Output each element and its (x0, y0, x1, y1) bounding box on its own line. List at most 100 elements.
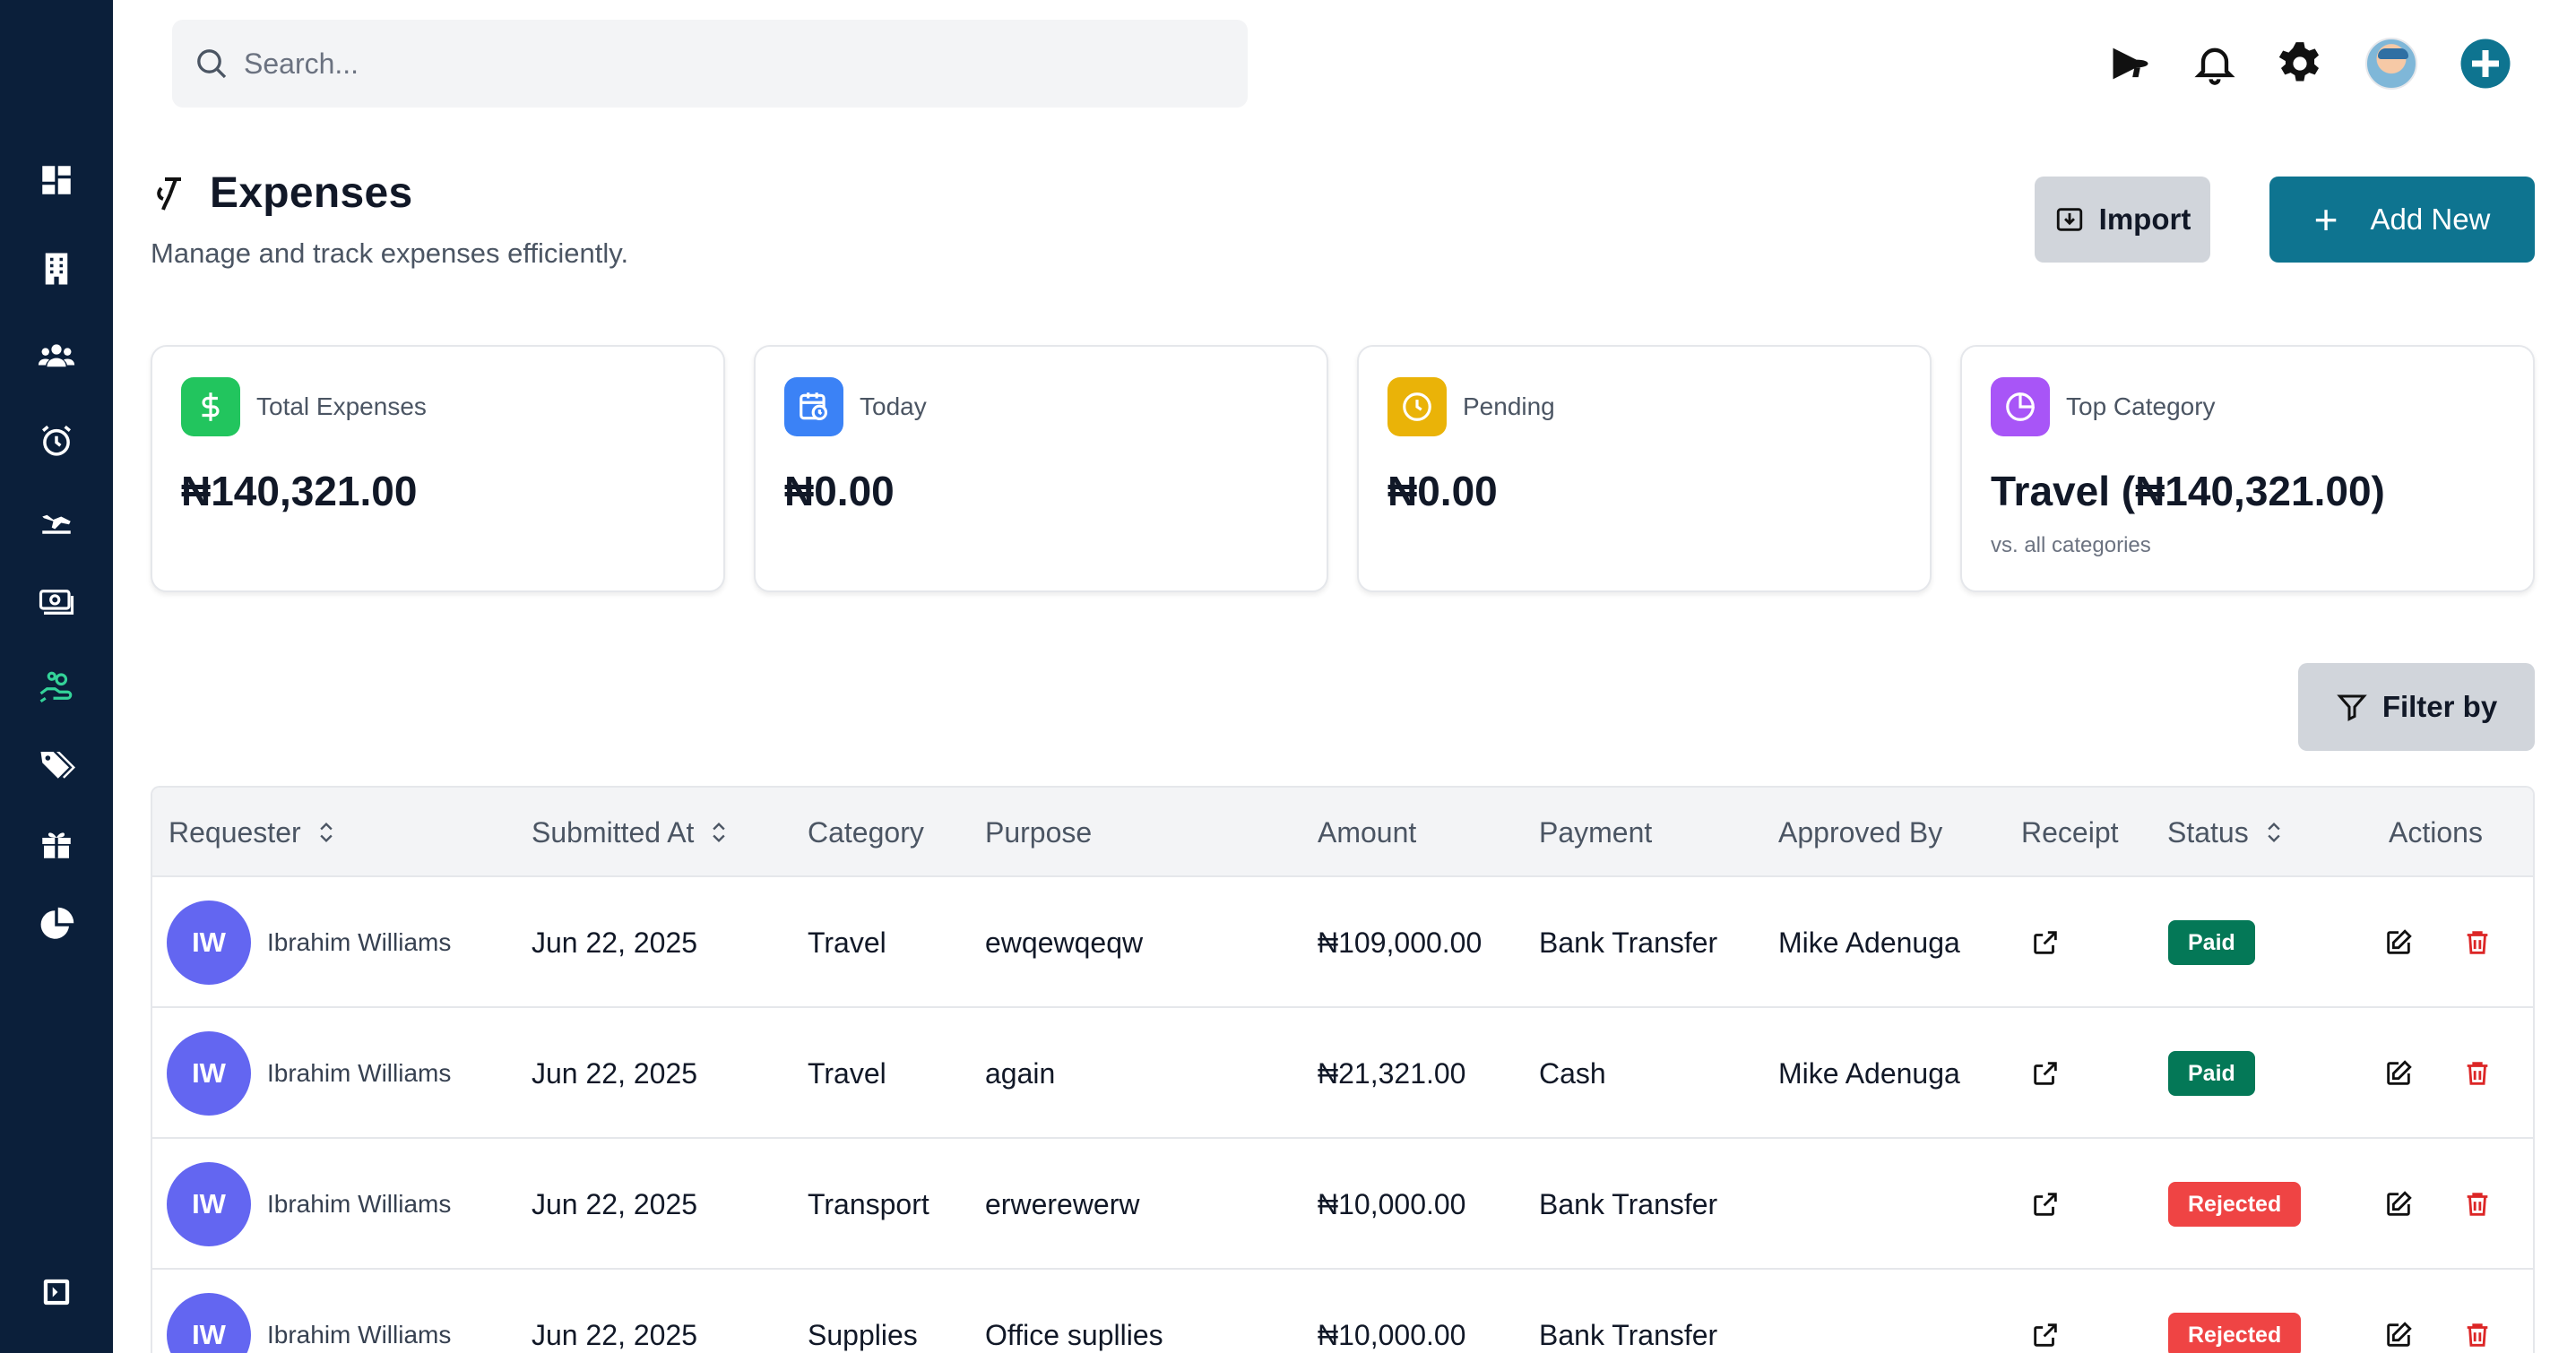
table-row[interactable]: IW Ibrahim Williams Jun 22, 2025 Transpo… (152, 1139, 2533, 1270)
table-header: Requester Submitted At Category Purpose … (152, 788, 2533, 877)
category-cell: Travel (808, 926, 886, 959)
requester-cell: IW Ibrahim Williams (167, 877, 451, 1008)
sidebar (0, 0, 113, 1353)
sidebar-item-company[interactable] (0, 242, 113, 296)
delete-button[interactable] (2455, 1313, 2500, 1353)
amount-cell: ₦21,321.00 (1318, 1056, 1466, 1090)
delete-button[interactable] (2455, 1182, 2500, 1227)
requester-avatar: IW (167, 1293, 251, 1353)
alarm-clock-icon (42, 425, 71, 456)
requester-avatar: IW (167, 901, 251, 985)
column-label: Submitted At (532, 815, 695, 849)
filter-button[interactable]: Filter by (2298, 663, 2535, 751)
stat-label: Top Category (2066, 392, 2216, 420)
amount-cell: ₦10,000.00 (1318, 1318, 1466, 1351)
sidebar-item-people[interactable] (0, 329, 113, 383)
hand-coins-icon (157, 177, 181, 211)
requester-cell: IW Ibrahim Williams (167, 1270, 451, 1353)
sidebar-item-travel[interactable] (0, 493, 113, 547)
app: Expenses Manage and track expenses effic… (0, 0, 2576, 1353)
stat-card-today: Today ₦0.00 (754, 345, 1328, 592)
external-link-icon (2034, 931, 2057, 954)
trash-icon (2467, 1193, 2488, 1216)
trash-icon (2467, 1062, 2488, 1085)
sidebar-item-payroll[interactable] (0, 575, 113, 629)
add-new-label: Add New (2370, 203, 2491, 236)
sidebar-toggle[interactable] (0, 1265, 113, 1319)
search-icon (197, 49, 227, 79)
column-submitted-at[interactable]: Submitted At (532, 788, 731, 877)
status-cell: Paid (2168, 1008, 2255, 1139)
stat-card-pending: Pending ₦0.00 (1357, 345, 1932, 592)
approved-by-cell: Mike Adenuga (1778, 926, 1960, 959)
edit-button[interactable] (2376, 1182, 2421, 1227)
delete-button[interactable] (2455, 1051, 2500, 1096)
page-title: Expenses (210, 169, 413, 217)
column-status[interactable]: Status (2167, 788, 2286, 877)
delete-button[interactable] (2455, 920, 2500, 965)
receipt-cell (2023, 1139, 2068, 1270)
requester-name: Ibrahim Williams (267, 1059, 452, 1087)
edit-icon (2387, 1191, 2412, 1216)
import-button[interactable]: Import (2035, 177, 2210, 263)
sidebar-item-reports[interactable] (0, 898, 113, 952)
quick-add-button[interactable] (2454, 32, 2517, 95)
search-bar[interactable] (172, 20, 1248, 108)
requester-cell: IW Ibrahim Williams (167, 1008, 451, 1139)
actions-cell (2376, 1270, 2500, 1353)
submitted-cell: Jun 22, 2025 (532, 1318, 698, 1351)
receipt-cell (2023, 877, 2068, 1008)
edit-button[interactable] (2376, 1313, 2421, 1353)
filter-label: Filter by (2382, 690, 2498, 723)
sort-icon (2268, 823, 2280, 842)
table-row[interactable]: IW Ibrahim Williams Jun 22, 2025 Supplie… (152, 1270, 2533, 1353)
approved-by-cell: Mike Adenuga (1778, 1056, 1960, 1090)
add-new-button[interactable]: + Add New (2269, 177, 2535, 263)
amount-cell: ₦109,000.00 (1318, 926, 1482, 959)
user-avatar[interactable] (2360, 32, 2423, 95)
stat-label: Pending (1463, 392, 1555, 420)
sidebar-item-tags[interactable] (0, 737, 113, 791)
pie-chart-icon (40, 907, 74, 939)
building-icon (45, 253, 68, 285)
view-receipt-button[interactable] (2023, 1182, 2068, 1227)
payment-cell: Bank Transfer (1539, 926, 1718, 959)
sidebar-item-expenses[interactable] (0, 660, 113, 714)
search-input[interactable] (244, 47, 1212, 81)
column-amount: Amount (1318, 788, 1416, 877)
receipt-cell (2023, 1270, 2068, 1353)
table-row[interactable]: IW Ibrahim Williams Jun 22, 2025 Travel … (152, 877, 2533, 1008)
column-requester[interactable]: Requester (169, 788, 339, 877)
gear-icon (2278, 42, 2320, 82)
payment-cell: Bank Transfer (1539, 1318, 1718, 1351)
column-category: Category (808, 788, 924, 877)
purpose-cell: again (985, 1056, 1056, 1090)
notifications-button[interactable] (2183, 32, 2246, 95)
column-label: Requester (169, 815, 301, 849)
view-receipt-button[interactable] (2023, 1051, 2068, 1096)
purpose-cell: ewqewqeqw (985, 926, 1144, 959)
view-receipt-button[interactable] (2023, 920, 2068, 965)
stat-note: vs. all categories (1991, 533, 2151, 557)
column-label: Approved By (1778, 815, 1943, 849)
sidebar-item-benefits[interactable] (0, 817, 113, 871)
edit-button[interactable] (2376, 1051, 2421, 1096)
purpose-cell: Office supllies (985, 1318, 1163, 1351)
view-receipt-button[interactable] (2023, 1313, 2068, 1353)
category-cell: Transport (808, 1187, 929, 1220)
sidebar-item-dashboard[interactable] (0, 153, 113, 207)
edit-button[interactable] (2376, 920, 2421, 965)
column-label: Category (808, 815, 924, 849)
submitted-cell: Jun 22, 2025 (532, 1187, 698, 1220)
column-label: Receipt (2021, 815, 2119, 849)
announcements-button[interactable] (2099, 32, 2162, 95)
dashboard-icon (42, 166, 71, 194)
column-receipt: Receipt (2021, 788, 2119, 877)
status-cell: Rejected (2168, 1139, 2302, 1270)
purpose-cell: erwerewerw (985, 1187, 1140, 1220)
sidebar-item-attendance[interactable] (0, 414, 113, 468)
table-row[interactable]: IW Ibrahim Williams Jun 22, 2025 Travel … (152, 1008, 2533, 1139)
plus-circle-icon (2460, 39, 2511, 89)
column-actions: Actions (2389, 788, 2483, 877)
settings-button[interactable] (2269, 32, 2331, 95)
